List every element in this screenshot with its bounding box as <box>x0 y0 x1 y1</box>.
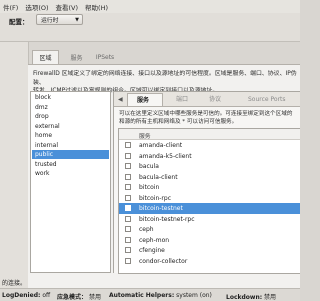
tab-ipsets[interactable]: IPSets <box>90 50 120 64</box>
service-checkbox[interactable] <box>125 226 131 232</box>
chevron-down-icon: ▼ <box>75 16 79 23</box>
zone-item-block[interactable]: block <box>32 93 109 102</box>
status-message: 的连接。 <box>2 280 27 287</box>
services-table[interactable]: 服务 amanda-client amanda-k5-client bacula… <box>118 128 300 274</box>
log-denied-value: off <box>42 292 51 299</box>
service-name: bacula-client <box>139 173 178 181</box>
service-checkbox[interactable] <box>125 152 131 159</box>
service-name: bitcoin <box>139 184 160 191</box>
service-checkbox[interactable] <box>125 142 131 148</box>
table-row[interactable]: bacula <box>119 161 300 172</box>
zone-list[interactable]: block dmz drop external home internal pu… <box>30 91 111 273</box>
menu-file[interactable]: 件(F) <box>3 2 18 12</box>
table-row[interactable]: bacula-client <box>119 172 300 183</box>
status-message-area: 的连接。 <box>0 276 300 288</box>
service-checkbox[interactable] <box>125 194 131 201</box>
subtab-ports[interactable]: 端口 <box>176 93 188 106</box>
table-row[interactable]: amanda-k5-client <box>119 151 300 162</box>
zone-item-public[interactable]: public <box>32 150 109 159</box>
zone-item-internal[interactable]: internal <box>32 141 109 150</box>
service-name: bacula <box>139 163 159 170</box>
zone-item-trusted[interactable]: trusted <box>32 160 109 169</box>
service-checkbox[interactable] <box>125 257 131 264</box>
table-row[interactable]: amanda-client <box>119 140 300 151</box>
menu-options[interactable]: 选项(O) <box>25 2 48 12</box>
services-column-header[interactable]: 服务 <box>119 129 300 140</box>
config-select-value: 运行时 <box>41 18 59 24</box>
subtab-protocols[interactable]: 协议 <box>209 93 221 106</box>
log-denied-label: LogDenied: <box>2 292 41 299</box>
services-column-label: 服务 <box>139 134 151 140</box>
config-select[interactable]: 运行时 ▼ <box>36 14 83 25</box>
zone-item-drop[interactable]: drop <box>32 112 109 121</box>
subtab-source-ports[interactable]: Source Ports <box>248 93 286 106</box>
log-denied-status: LogDenied: off <box>2 292 50 299</box>
service-checkbox[interactable] <box>125 215 131 222</box>
service-name: amanda-client <box>139 142 183 149</box>
service-name: cfengine <box>139 247 165 254</box>
zone-item-dmz[interactable]: dmz <box>32 103 109 112</box>
menu-help[interactable]: 帮助(H) <box>85 2 108 12</box>
tab-zones[interactable]: 区域 <box>32 50 59 64</box>
service-name: bitcoin-testnet <box>139 205 183 212</box>
tab-services[interactable]: 服务 <box>63 50 90 64</box>
service-checkbox[interactable] <box>125 236 131 243</box>
status-bar: LogDenied: off 应急模式： 禁用 Automatic Helper… <box>0 288 300 301</box>
zone-item-external[interactable]: external <box>32 122 109 131</box>
table-row[interactable]: ceph <box>119 224 300 235</box>
service-checkbox[interactable] <box>125 247 131 253</box>
services-description-line: 可以在这里定义区域中哪些服务是可信的。可连接至绑定到这个区域的 <box>119 111 293 117</box>
subtab-services[interactable]: 服务 <box>127 93 163 106</box>
service-checkbox[interactable] <box>125 184 131 190</box>
service-name: bitcoin-rpc <box>139 194 172 202</box>
auto-helpers-value: system (on) <box>176 292 212 299</box>
table-row[interactable]: bitcoin-rpc <box>119 193 300 204</box>
menubar: 件(F) 选项(O) 查看(V) 帮助(H) <box>0 0 300 13</box>
table-row[interactable]: bitcoin-testnet-rpc <box>119 214 300 225</box>
auto-helpers-label: Automatic Helpers: <box>109 292 175 299</box>
auto-helpers-status: Automatic Helpers: system (on) <box>109 292 212 299</box>
service-checkbox[interactable] <box>125 163 131 169</box>
service-checkbox[interactable] <box>125 173 131 180</box>
table-row[interactable]: condor-collector <box>119 256 300 267</box>
service-name: ceph-mon <box>139 236 170 244</box>
service-name: bitcoin-testnet-rpc <box>139 215 195 223</box>
table-row[interactable]: ceph-mon <box>119 235 300 246</box>
zone-item-work[interactable]: work <box>32 169 109 178</box>
top-tabs: 区域 服务 IPSets <box>28 50 300 64</box>
service-name: amanda-k5-client <box>139 152 192 160</box>
zone-item-home[interactable]: home <box>32 131 109 140</box>
table-row[interactable]: cfengine <box>119 245 300 256</box>
chevron-left-icon[interactable]: ◀ <box>118 93 123 106</box>
service-name: condor-collector <box>139 257 188 265</box>
config-label: 配置： <box>9 18 29 26</box>
services-description: 可以在这里定义区域中哪些服务是可信的。可连接至绑定到这个区域的 和源的所有主机和… <box>119 110 299 126</box>
left-pane <box>0 42 29 290</box>
table-row-selected[interactable]: bitcoin-testnet <box>119 203 300 214</box>
service-checkbox[interactable] <box>125 205 131 211</box>
services-description-line: 和源的所有主机和网络及 * 可以访问可信服务。 <box>119 119 238 125</box>
zone-sub-tabs: ◀ 服务 端口 协议 Source Ports <box>114 93 300 106</box>
service-name: ceph <box>139 226 154 233</box>
table-row[interactable]: bitcoin <box>119 182 300 193</box>
menu-view[interactable]: 查看(V) <box>56 2 79 12</box>
zones-description-line: FirewallD 区域定义了绑定的网络连接、接口以及源地址的可信程度。区域是服… <box>33 71 297 86</box>
